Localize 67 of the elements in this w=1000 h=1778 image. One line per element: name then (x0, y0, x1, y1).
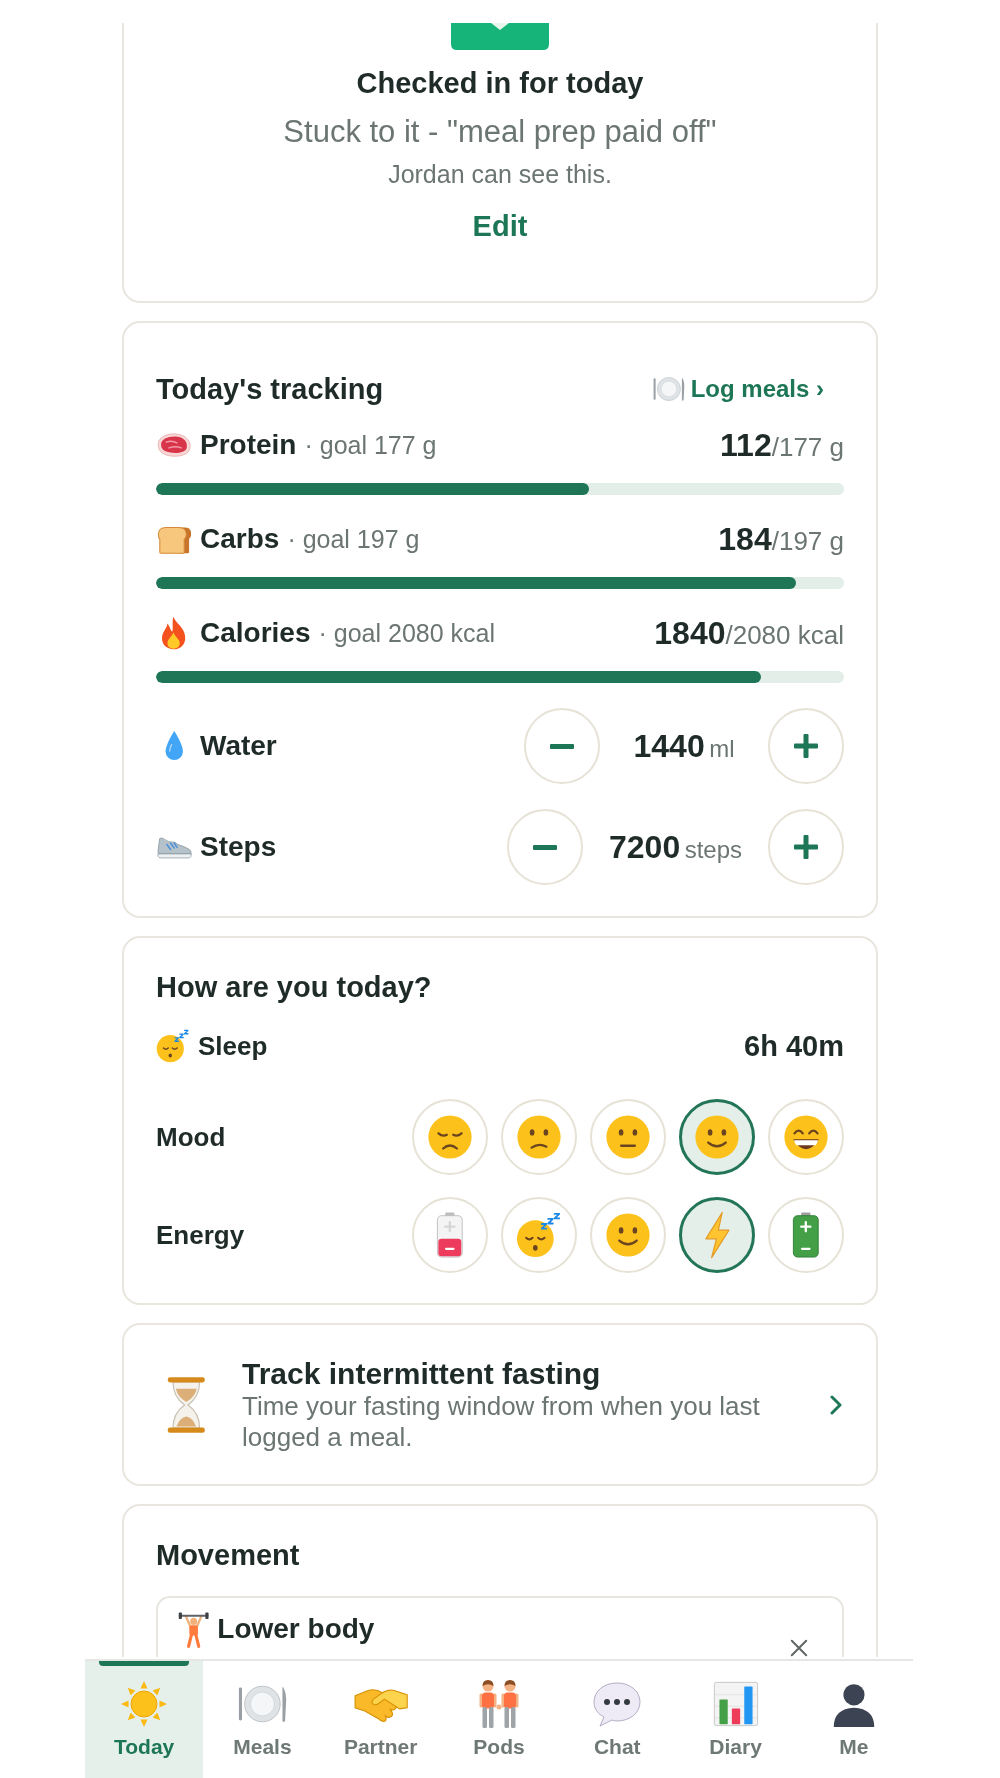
checkin-title: Checked in for today (356, 66, 644, 100)
frowning-face-icon (516, 1114, 562, 1160)
minus-icon (533, 844, 557, 850)
nav-tab[interactable]: Today (85, 1661, 204, 1778)
speech-bubble-icon (592, 1681, 643, 1727)
neutral-face-icon (605, 1114, 651, 1160)
nutrient-goal: · goal 2080 kcal (318, 618, 495, 648)
fasting-description: Time your fasting window from when you last logged a meal. (242, 1391, 761, 1453)
nutrient-amount: 112/177 g (720, 426, 844, 464)
sleepy-face-icon (156, 1029, 190, 1063)
counter-name: Water (200, 730, 277, 762)
nutrient-amount: 1840/2080 kcal (654, 614, 844, 652)
chevron-icon (830, 1395, 842, 1415)
exercise-card[interactable]: Lower body (156, 1596, 844, 1657)
nutrient-amount: 184/197 g (718, 520, 844, 558)
counter-value: 1440 ml (632, 727, 736, 765)
nav-tab[interactable]: Diary (676, 1661, 795, 1778)
minus-icon (550, 743, 574, 749)
nav-tab[interactable]: Partner (321, 1661, 440, 1778)
lightning-icon (702, 1211, 732, 1259)
bar-chart-icon (712, 1681, 759, 1727)
grinning-face-icon (783, 1114, 829, 1160)
meat-icon (155, 432, 193, 458)
plate-icon (652, 376, 685, 402)
fasting-card[interactable]: Track intermittent fasting Time your fasting window from when you last logged a meal. (122, 1323, 878, 1486)
close-icon[interactable] (790, 1639, 808, 1657)
exercise-name: Lower body (217, 1612, 375, 1646)
checkin-note: Stuck to it - "meal prep paid off" (283, 114, 717, 150)
edit-link[interactable]: Edit (472, 209, 528, 243)
nav-tab[interactable]: Pods (439, 1661, 559, 1778)
section-title: How are you today? (156, 970, 433, 1005)
plate-icon (237, 1684, 287, 1724)
visibility-note: Jordan can see this. (388, 160, 612, 188)
counter-name: Steps (200, 831, 277, 863)
nutrient-goal: · goal 177 g (304, 430, 437, 460)
sleep-duration: 6h 40m (744, 1029, 844, 1063)
nav-tab[interactable]: Meals (203, 1661, 322, 1778)
sleepy-face-icon (516, 1212, 562, 1258)
smiling-face-icon (694, 1114, 740, 1160)
droplet-icon (163, 730, 185, 762)
nutrient-name: Calories (200, 617, 311, 649)
nav-tab[interactable]: Me (794, 1661, 913, 1778)
section-title: Today's tracking (156, 372, 384, 407)
plus-icon (794, 734, 818, 758)
section-title: Movement (156, 1538, 301, 1573)
counter-value: 7200 steps (609, 828, 742, 866)
nutrient-goal: · goal 197 g (287, 524, 420, 554)
bread-icon (156, 524, 192, 554)
badge-icon (451, 23, 549, 50)
fire-icon (160, 616, 188, 650)
nutrient-name: Protein (200, 429, 297, 461)
low-battery-icon (436, 1212, 464, 1258)
full-battery-icon (792, 1212, 820, 1258)
nav-tab[interactable]: Chat (558, 1661, 677, 1778)
log-meals-link[interactable]: Log meals › (652, 375, 824, 403)
smiling-face-icon (605, 1212, 651, 1258)
sleep-label: Sleep (198, 1030, 268, 1062)
nutrient-name: Carbs (200, 523, 280, 555)
scale-label: Mood (156, 1121, 226, 1153)
hourglass-icon (165, 1376, 207, 1434)
plus-icon (794, 835, 818, 859)
weightlifter-icon (178, 1612, 210, 1648)
sad-face-icon (427, 1114, 473, 1160)
fasting-title: Track intermittent fasting (242, 1357, 602, 1391)
scale-label: Energy (156, 1219, 245, 1251)
sneaker-icon (155, 835, 193, 859)
sun-icon (120, 1680, 169, 1728)
